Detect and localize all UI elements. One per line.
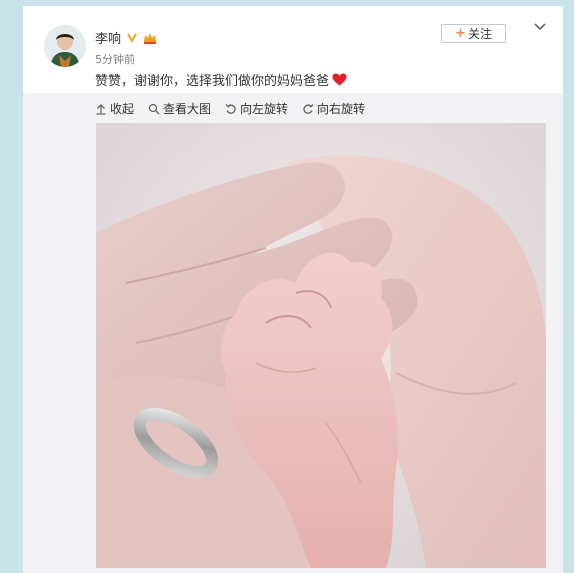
post-timestamp[interactable]: 5分钟前: [95, 51, 135, 67]
follow-label: 关注: [467, 27, 492, 41]
heart-icon: [332, 73, 347, 86]
view-large-label: 查看大图: [163, 102, 212, 116]
baby-hand-in-parent-hands-image: [96, 123, 546, 568]
weibo-post-card: 李响 5分钟前 + 关注 赞赞，谢谢你，选择我们做你的妈妈爸爸 收起 查看大图 …: [23, 6, 563, 573]
rotate-left-button[interactable]: 向左旋转: [225, 100, 288, 117]
crown-icon[interactable]: [143, 31, 157, 45]
rotate-right-icon: [303, 103, 314, 114]
chevron-down-icon[interactable]: [533, 22, 547, 32]
post-text: 赞赞，谢谢你，选择我们做你的妈妈爸爸: [95, 74, 330, 89]
plus-icon: +: [455, 26, 466, 41]
view-large-button[interactable]: 查看大图: [148, 100, 211, 117]
rotate-right-label: 向右旋转: [317, 102, 366, 116]
follow-button[interactable]: + 关注: [441, 24, 506, 43]
collapse-label: 收起: [110, 102, 135, 116]
verified-badge-icon: [127, 33, 138, 43]
media-expanded-area: 收起 查看大图 向左旋转 向右旋转: [23, 93, 563, 573]
username[interactable]: 李响: [95, 28, 121, 47]
rotate-right-button[interactable]: 向右旋转: [302, 100, 365, 117]
rotate-left-icon: [225, 103, 236, 114]
media-toolbar: 收起 查看大图 向左旋转 向右旋转: [95, 100, 365, 117]
post-text-row: 赞赞，谢谢你，选择我们做你的妈妈爸爸: [95, 70, 347, 89]
magnifier-icon: [148, 103, 160, 114]
collapse-up-icon: [96, 103, 106, 115]
avatar[interactable]: [44, 25, 86, 67]
collapse-button[interactable]: 收起: [95, 100, 134, 117]
username-row: 李响: [95, 28, 157, 47]
post-photo[interactable]: [96, 123, 546, 568]
rotate-left-label: 向左旋转: [240, 102, 289, 116]
